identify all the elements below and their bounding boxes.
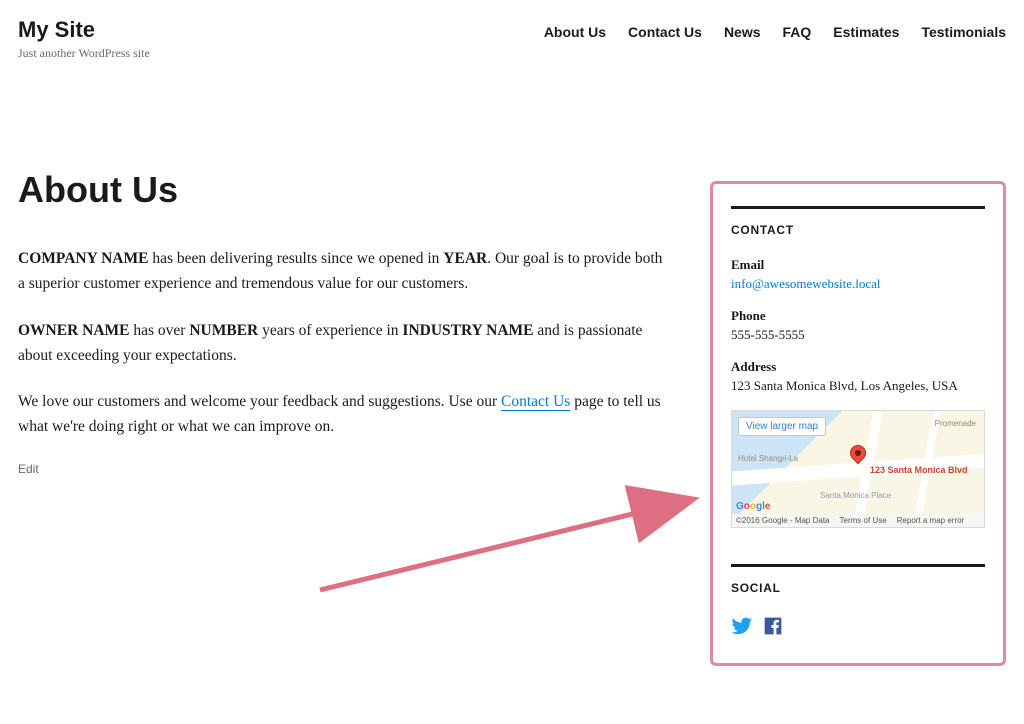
address-value: 123 Santa Monica Blvd, Los Angeles, USA (731, 378, 985, 394)
nav-contact[interactable]: Contact Us (628, 24, 702, 40)
twitter-icon[interactable] (731, 615, 753, 637)
social-widget: SOCIAL (731, 564, 985, 637)
google-logo: Google (736, 501, 770, 512)
widget-divider (731, 564, 985, 567)
map-embed[interactable]: View larger map Hotel Shangri-La Promena… (731, 410, 985, 528)
site-tagline: Just another WordPress site (18, 46, 150, 61)
contact-widget: CONTACT Email info@awesomewebsite.local … (731, 206, 985, 528)
email-label: Email (731, 257, 985, 273)
about-paragraph-2: OWNER NAME has over NUMBER years of expe… (18, 319, 670, 369)
about-paragraph-3: We love our customers and welcome your f… (18, 390, 670, 440)
map-report-link[interactable]: Report a map error (897, 516, 965, 525)
map-copyright: ©2016 Google - Map Data (736, 516, 830, 525)
site-title[interactable]: My Site (18, 18, 150, 42)
map-attribution: ©2016 Google - Map Data Terms of Use Rep… (732, 514, 984, 527)
phone-label: Phone (731, 308, 985, 324)
map-poi-place: Santa Monica Place (820, 491, 891, 500)
map-pin-label: 123 Santa Monica Blvd (870, 465, 968, 475)
address-label: Address (731, 359, 985, 375)
sidebar: CONTACT Email info@awesomewebsite.local … (710, 181, 1006, 666)
page-title: About Us (18, 169, 670, 211)
page-content: About Us COMPANY NAME has been deliverin… (18, 69, 710, 666)
map-poi-hotel: Hotel Shangri-La (738, 454, 798, 463)
facebook-icon[interactable] (763, 616, 783, 636)
primary-nav: About Us Contact Us News FAQ Estimates T… (544, 18, 1006, 40)
contact-widget-title: CONTACT (731, 223, 985, 237)
edit-link[interactable]: Edit (18, 462, 670, 476)
nav-estimates[interactable]: Estimates (833, 24, 899, 40)
email-value[interactable]: info@awesomewebsite.local (731, 276, 985, 292)
nav-about[interactable]: About Us (544, 24, 606, 40)
widget-divider (731, 206, 985, 209)
nav-news[interactable]: News (724, 24, 761, 40)
contact-us-link[interactable]: Contact Us (501, 393, 570, 411)
map-terms-link[interactable]: Terms of Use (840, 516, 887, 525)
about-paragraph-1: COMPANY NAME has been delivering results… (18, 247, 670, 297)
nav-testimonials[interactable]: Testimonials (921, 24, 1006, 40)
social-widget-title: SOCIAL (731, 581, 985, 595)
phone-value: 555-555-5555 (731, 327, 985, 343)
map-poi-promenade: Promenade (935, 419, 976, 428)
view-larger-map-button[interactable]: View larger map (738, 417, 826, 436)
nav-faq[interactable]: FAQ (783, 24, 812, 40)
